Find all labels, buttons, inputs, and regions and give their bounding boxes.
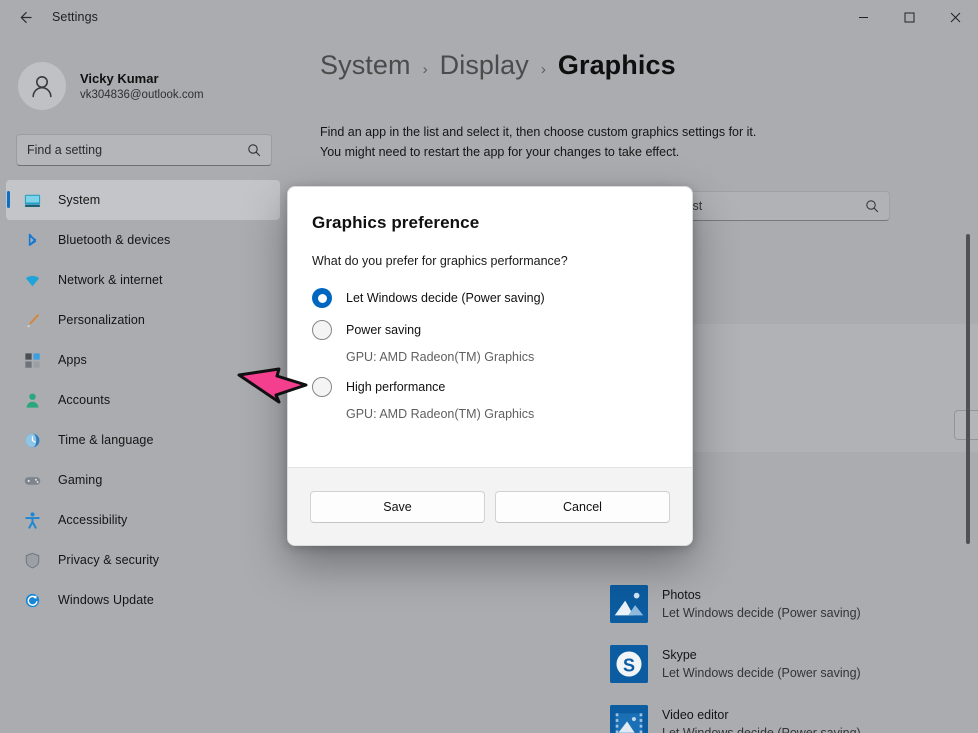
maximize-button[interactable]	[886, 0, 932, 34]
title-bar: Settings	[0, 0, 978, 34]
dialog-body: Graphics preference What do you prefer f…	[288, 187, 692, 467]
sidebar-item-personalization[interactable]: Personalization	[6, 300, 280, 340]
dialog-title: Graphics preference	[312, 213, 480, 232]
account-block[interactable]: Vicky Kumar vk304836@outlook.com	[0, 34, 290, 120]
sidebar-item-apps[interactable]: Apps	[6, 340, 280, 380]
sidebar-nav: System Bluetooth & devices Network & inter…	[0, 180, 290, 620]
app-meta: Photos Let Windows decide (Power saving)	[662, 586, 861, 622]
sidebar-item-time-language[interactable]: Time & language	[6, 420, 280, 460]
gamepad-icon	[22, 470, 42, 490]
breadcrumb: System › Display › Graphics	[320, 50, 676, 81]
app-meta: Skype Let Windows decide (Power saving)	[662, 646, 861, 682]
sidebar-item-bluetooth-devices[interactable]: Bluetooth & devices	[6, 220, 280, 260]
sidebar-item-accessibility[interactable]: Accessibility	[6, 500, 280, 540]
sidebar-item-label: Network & internet	[58, 273, 163, 287]
sidebar-item-network-internet[interactable]: Network & internet	[6, 260, 280, 300]
sidebar-item-gaming[interactable]: Gaming	[6, 460, 280, 500]
shield-icon	[22, 550, 42, 570]
skype-app-icon: S	[610, 645, 648, 683]
sidebar-item-accounts[interactable]: Accounts	[6, 380, 280, 420]
radio-option-label: Let Windows decide (Power saving)	[346, 291, 545, 305]
page-description: Find an app in the list and select it, t…	[320, 125, 757, 159]
svg-text:S: S	[623, 655, 635, 675]
monitor-icon	[22, 190, 42, 210]
window-title: Settings	[52, 10, 98, 24]
sidebar-item-label: Bluetooth & devices	[58, 233, 171, 247]
app-status: Let Windows decide (Power saving)	[662, 666, 861, 680]
radio-option-power-saving[interactable]: Power saving	[312, 314, 668, 346]
back-button[interactable]	[8, 2, 42, 32]
app-meta: Video editor Let Windows decide (Power sa…	[662, 706, 861, 733]
update-refresh-icon	[22, 590, 42, 610]
account-email: vk304836@outlook.com	[80, 88, 204, 101]
sidebar: Vicky Kumar vk304836@outlook.com System B…	[0, 34, 290, 733]
bluetooth-icon	[22, 230, 42, 250]
app-status: Let Windows decide (Power saving)	[662, 726, 861, 733]
radio-option-gpu-detail: GPU: AMD Radeon(TM) Graphics	[346, 350, 535, 364]
radio-option-gpu-detail: GPU: AMD Radeon(TM) Graphics	[346, 407, 535, 421]
search-input[interactable]	[27, 143, 247, 157]
caption-button-group	[840, 0, 978, 34]
sidebar-item-label: Privacy & security	[58, 553, 160, 567]
sidebar-item-label: Accounts	[58, 393, 111, 407]
app-name: Photos	[662, 588, 701, 602]
graphics-preference-radio-group: Let Windows decide (Power saving) Power s…	[312, 282, 668, 428]
app-list-item[interactable]: Video editor Let Windows decide (Power sa…	[610, 694, 978, 733]
cancel-button[interactable]: Cancel	[495, 490, 670, 523]
sidebar-item-system[interactable]: System	[6, 180, 280, 220]
app-name: Video editor	[662, 708, 729, 722]
app-name: Skype	[662, 648, 697, 662]
sidebar-item-label: Windows Update	[58, 593, 154, 607]
breadcrumb-separator: ›	[540, 61, 546, 78]
breadcrumb-item-system[interactable]: System	[320, 50, 411, 81]
app-status: Let Windows decide (Power saving)	[662, 606, 861, 620]
sidebar-item-label: Time & language	[58, 433, 154, 447]
paintbrush-icon	[22, 310, 42, 330]
radio-mark[interactable]	[312, 377, 332, 397]
account-name: Vicky Kumar	[80, 70, 159, 86]
avatar	[18, 62, 66, 110]
search-box[interactable]	[16, 134, 272, 166]
sidebar-item-label: Apps	[58, 353, 87, 367]
sidebar-item-windows-update[interactable]: Windows Update	[6, 580, 280, 620]
minimize-button[interactable]	[840, 0, 886, 34]
save-button[interactable]: Save	[310, 490, 485, 523]
breadcrumb-separator: ›	[422, 61, 428, 78]
sidebar-item-label: Gaming	[58, 473, 103, 487]
radio-mark[interactable]	[312, 288, 332, 308]
graphics-preference-dialog: Graphics preference What do you prefer f…	[287, 186, 693, 546]
video-editor-app-icon	[610, 705, 648, 733]
sidebar-item-label: System	[58, 193, 101, 207]
app-list-item[interactable]: S Skype Let Windows decide (Power saving)	[610, 634, 978, 694]
radio-option-label: Power saving	[346, 323, 422, 337]
apps-grid-icon	[22, 350, 42, 370]
radio-mark[interactable]	[312, 320, 332, 340]
dialog-footer: Save Cancel	[288, 467, 692, 545]
settings-window: Settings Vicky Kumar vk304836@outlook.co…	[0, 0, 978, 733]
close-button[interactable]	[932, 0, 978, 34]
person-icon	[22, 390, 42, 410]
photos-app-icon	[610, 585, 648, 623]
sidebar-item-label: Personalization	[58, 313, 145, 327]
breadcrumb-item-display[interactable]: Display	[440, 50, 529, 81]
clock-globe-icon	[22, 430, 42, 450]
app-list-item[interactable]: Photos Let Windows decide (Power saving)	[610, 574, 978, 634]
accessibility-icon	[22, 510, 42, 530]
radio-option-let-windows-decide-power-saving[interactable]: Let Windows decide (Power saving)	[312, 282, 668, 314]
sidebar-item-label: Accessibility	[58, 513, 128, 527]
search-icon	[247, 143, 261, 157]
radio-option-high-performance[interactable]: High performance	[312, 371, 668, 403]
breadcrumb-item-graphics: Graphics	[557, 50, 676, 80]
dialog-question: What do you prefer for graphics performa…	[312, 254, 568, 268]
sidebar-item-privacy-security[interactable]: Privacy & security	[6, 540, 280, 580]
search-icon	[865, 199, 879, 213]
scrollbar-track[interactable]	[962, 34, 974, 733]
scrollbar-thumb[interactable]	[966, 234, 970, 544]
wifi-icon	[22, 270, 42, 290]
app-list: Photos Let Windows decide (Power saving) S…	[610, 574, 978, 733]
radio-option-label: High performance	[346, 380, 446, 394]
account-meta: Vicky Kumar vk304836@outlook.com	[80, 70, 204, 103]
